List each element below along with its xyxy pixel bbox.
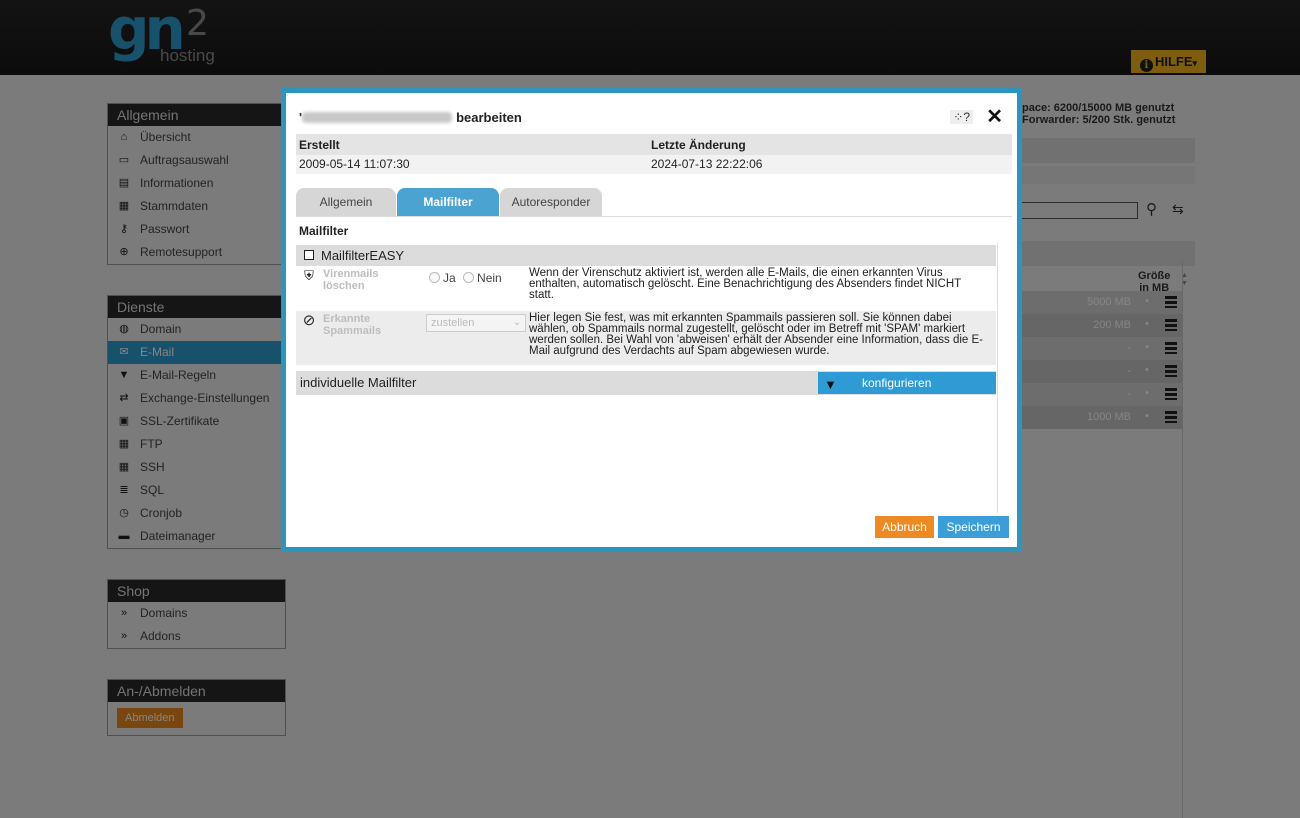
- mailfiltereasy-label: MailfilterEASY: [321, 248, 405, 263]
- cancel-button[interactable]: Abbruch: [875, 516, 934, 538]
- virus-options: Ja Nein: [429, 271, 502, 285]
- scrollbar[interactable]: [997, 243, 998, 513]
- created-label: Erstellt: [299, 138, 340, 152]
- edit-mailbox-dialog: ' bearbeiten ⁘? ✕ Erstellt Letzte Änderun…: [281, 88, 1022, 552]
- chevron-down-icon: ⌄: [512, 317, 521, 328]
- shield-icon: ⛨: [304, 268, 314, 283]
- changed-value: 2024-07-13 22:22:06: [651, 157, 763, 171]
- redacted-address: [302, 112, 453, 123]
- section-title: Mailfilter: [299, 224, 349, 238]
- mailfiltereasy-checkbox[interactable]: [304, 250, 314, 260]
- meta-header: Erstellt Letzte Änderung: [296, 134, 1012, 155]
- tab-autoresponder[interactable]: Autoresponder: [500, 188, 602, 216]
- spam-label: Erkannte Spammails: [323, 313, 382, 337]
- close-icon[interactable]: ✕: [986, 107, 1003, 127]
- meta-values: 2009-05-14 11:07:30 2024-07-13 22:22:06: [296, 155, 1012, 174]
- dialog-title-text: bearbeiten: [456, 110, 522, 125]
- mailfiltereasy-row[interactable]: MailfilterEASY: [296, 245, 996, 266]
- help-icon[interactable]: ⁘?: [950, 110, 973, 124]
- divider: [296, 216, 1012, 217]
- spam-select-value: zustellen: [431, 317, 475, 329]
- help-text: ?: [963, 110, 970, 124]
- created-value: 2009-05-14 11:07:30: [299, 157, 410, 171]
- individual-filters-label: individuelle Mailfilter: [300, 375, 417, 390]
- spam-description: Hier legen Sie fest, was mit erkannten S…: [529, 312, 983, 357]
- virus-label: Virenmails löschen: [323, 268, 379, 292]
- tab-allgemein[interactable]: Allgemein: [296, 188, 396, 216]
- virus-description: Wenn der Virenschutz aktiviert ist, werd…: [529, 267, 961, 301]
- spam-action-select[interactable]: zustellen ⌄: [426, 314, 526, 332]
- virus-yes-radio[interactable]: [429, 272, 440, 283]
- save-button[interactable]: Speichern: [938, 516, 1009, 538]
- virus-row: ⛨ Virenmails löschen Ja Nein Wenn der Vi…: [296, 266, 996, 306]
- configure-label: konfigurieren: [862, 376, 932, 390]
- virus-no-radio[interactable]: [463, 272, 475, 283]
- tab-mailfilter[interactable]: Mailfilter: [397, 188, 499, 216]
- no-entry-icon: ⊘: [302, 312, 316, 329]
- virus-yes-label: Ja: [443, 271, 456, 285]
- virus-no-label: Nein: [477, 271, 502, 285]
- configure-button[interactable]: ▼ konfigurieren: [818, 372, 996, 394]
- changed-label: Letzte Änderung: [651, 138, 746, 152]
- dialog-title: ' bearbeiten: [299, 110, 522, 125]
- filter-icon: ▼: [824, 377, 837, 392]
- spam-row: ⊘ Erkannte Spammails zustellen ⌄ Hier leg…: [296, 311, 996, 365]
